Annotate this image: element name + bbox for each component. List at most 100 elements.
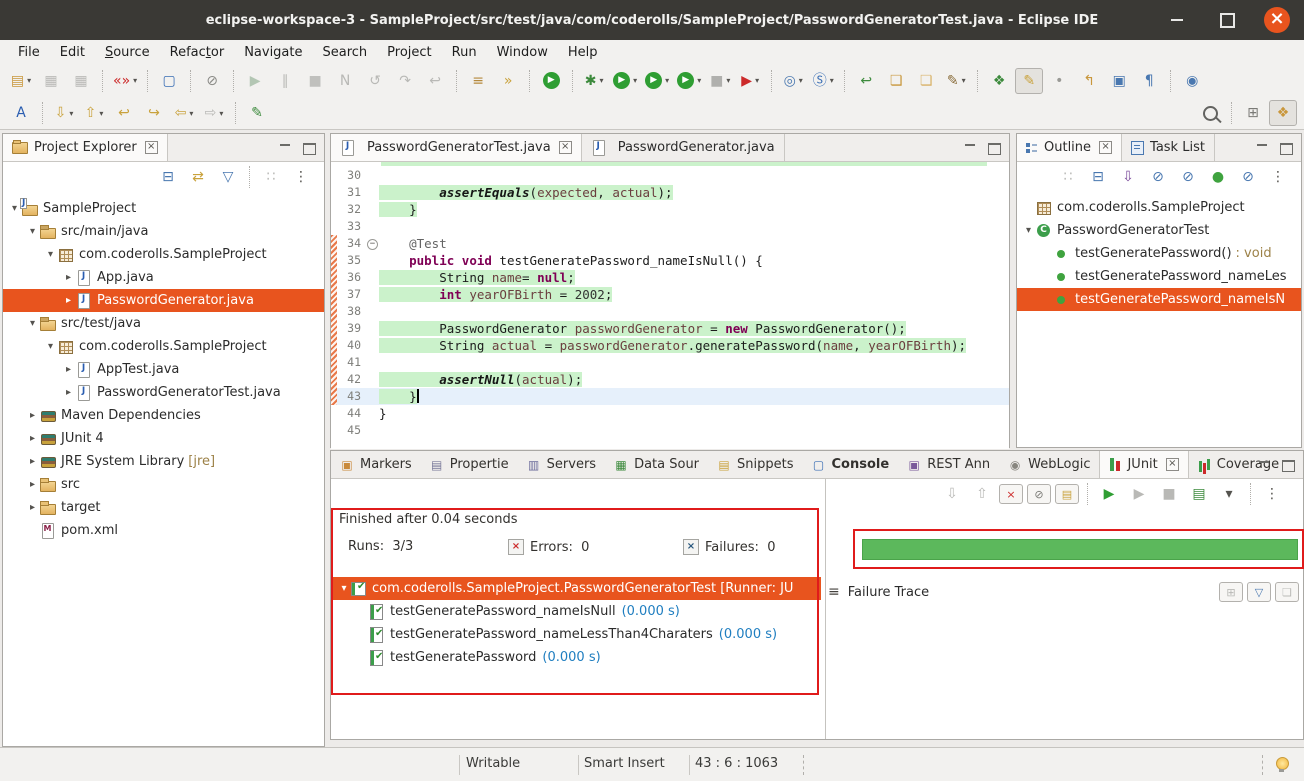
- minimize-view-icon[interactable]: [1256, 142, 1268, 153]
- boot-dashboard-button[interactable]: ▶: [537, 68, 565, 94]
- explorer-tree-item[interactable]: ▾SampleProject: [3, 197, 324, 220]
- tab-task-list[interactable]: Task List: [1122, 134, 1215, 161]
- view-menu-button[interactable]: ⋮: [1258, 481, 1286, 507]
- terminate-button[interactable]: ■: [301, 68, 329, 94]
- step-over-button[interactable]: ↷: [391, 68, 419, 94]
- open-folder-button[interactable]: ❏: [912, 68, 940, 94]
- outline-tree-item[interactable]: testGeneratePassword_nameIsN: [1017, 288, 1301, 311]
- link-with-editor-button[interactable]: ⇄: [184, 164, 212, 190]
- junit-tree-item[interactable]: testGeneratePassword_nameLessThan4Charat…: [333, 623, 821, 646]
- open-box-button[interactable]: ▣: [1105, 68, 1133, 94]
- code-line[interactable]: 31 assertEquals(expected, actual);: [331, 184, 1009, 201]
- open-console-button[interactable]: ▢: [155, 68, 183, 94]
- save-all-button[interactable]: ▦: [67, 68, 95, 94]
- filters-button[interactable]: ▽: [214, 164, 242, 190]
- twistie-icon[interactable]: ▸: [25, 456, 40, 467]
- test-run-history-button[interactable]: ▤: [1185, 481, 1213, 507]
- twistie-icon[interactable]: ▸: [61, 295, 76, 306]
- open-resource-button[interactable]: ❏: [882, 68, 910, 94]
- show-public-members-button[interactable]: ●: [1204, 164, 1232, 190]
- code-line[interactable]: 34− @Test: [331, 235, 1009, 252]
- disconnect-button[interactable]: N: [331, 68, 359, 94]
- outline-tree-item[interactable]: testGeneratePassword_nameLes: [1017, 265, 1301, 288]
- close-view-icon[interactable]: [145, 141, 158, 154]
- open-perspective-button[interactable]: ⊞: [1239, 100, 1267, 126]
- explorer-tree-item[interactable]: ▸JRE System Library[jre]: [3, 450, 324, 473]
- focus-active-task-button[interactable]: ∷: [257, 164, 285, 190]
- trim-dot-button[interactable]: •: [1045, 68, 1073, 94]
- previous-annotation-button[interactable]: ⇧▾: [80, 100, 108, 126]
- next-annotation-button[interactable]: ⇩▾: [50, 100, 78, 126]
- menu-project[interactable]: Project: [377, 43, 441, 62]
- compare-result-button[interactable]: ⊞: [1219, 582, 1243, 602]
- explorer-tree-item[interactable]: ▸App.java: [3, 266, 324, 289]
- stop-button[interactable]: ■▾: [706, 68, 734, 94]
- explorer-tree-item[interactable]: ▾com.coderolls.SampleProject: [3, 335, 324, 358]
- explorer-tree-item[interactable]: ▾com.coderolls.SampleProject: [3, 243, 324, 266]
- scroll-lock-button[interactable]: ▤: [1055, 484, 1079, 504]
- tab-junit[interactable]: JUnit: [1099, 451, 1188, 478]
- twistie-icon[interactable]: ▸: [61, 272, 76, 283]
- next-failed-test-button[interactable]: ⇩: [938, 481, 966, 507]
- pin-editor-button[interactable]: ✎: [243, 100, 271, 126]
- twistie-icon[interactable]: ▸: [61, 387, 76, 398]
- maximize-button[interactable]: [1214, 7, 1240, 33]
- close-tab-icon[interactable]: [559, 141, 572, 154]
- junit-tree-item[interactable]: testGeneratePassword_nameIsNull(0.000 s): [333, 600, 821, 623]
- rerun-tests-button[interactable]: ▶: [1095, 481, 1123, 507]
- explorer-tree-item[interactable]: ▸JUnit 4: [3, 427, 324, 450]
- tab-propertie[interactable]: ▤Propertie: [421, 451, 518, 478]
- import-wizard-button[interactable]: ↩: [852, 68, 880, 94]
- run-button[interactable]: ▶▾: [610, 68, 640, 94]
- java-perspective-button[interactable]: ❖: [1269, 100, 1297, 126]
- minimize-button[interactable]: [1164, 7, 1190, 33]
- failure-trace-menu-icon[interactable]: ≡: [828, 584, 840, 600]
- maximize-view-icon[interactable]: [303, 143, 316, 155]
- show-whitespace-button[interactable]: ¶: [1135, 68, 1163, 94]
- code-line[interactable]: 41: [331, 354, 1009, 371]
- collapse-all-button[interactable]: ⊟: [154, 164, 182, 190]
- menu-source[interactable]: Source: [95, 43, 160, 62]
- use-step-filters-button[interactable]: ≡: [464, 68, 492, 94]
- code-line[interactable]: 36 String name= null;: [331, 269, 1009, 286]
- explorer-tree-item[interactable]: ▸target: [3, 496, 324, 519]
- twistie-icon[interactable]: ▸: [25, 479, 40, 490]
- minimize-view-icon[interactable]: [279, 142, 291, 153]
- menu-run[interactable]: Run: [442, 43, 487, 62]
- hide-local-types-button[interactable]: ⊘: [1234, 164, 1262, 190]
- menu-window[interactable]: Window: [487, 43, 558, 62]
- tab-passwordgeneratortest-java[interactable]: PasswordGeneratorTest.java: [331, 134, 582, 161]
- run-to-line-button[interactable]: »: [494, 68, 522, 94]
- twistie-icon[interactable]: ▾: [43, 341, 58, 352]
- explorer-tree-item[interactable]: ▸src: [3, 473, 324, 496]
- twistie-icon[interactable]: ▾: [1021, 225, 1036, 236]
- code-line[interactable]: 30: [331, 167, 1009, 184]
- step-into-button[interactable]: ↺: [361, 68, 389, 94]
- code-line[interactable]: 38: [331, 303, 1009, 320]
- open-type-button[interactable]: A: [7, 100, 35, 126]
- search-button[interactable]: [1196, 100, 1224, 126]
- plugin-connect-button[interactable]: ❖: [985, 68, 1013, 94]
- outline-tree-item[interactable]: com.coderolls.SampleProject: [1017, 196, 1301, 219]
- close-button[interactable]: [1264, 7, 1290, 33]
- maximize-editor-icon[interactable]: [988, 143, 1001, 155]
- view-menu-button[interactable]: ⋮: [287, 164, 315, 190]
- menu-navigate[interactable]: Navigate: [234, 43, 312, 62]
- code-editor[interactable]: 3031 assertEquals(expected, actual);32 }…: [331, 162, 1009, 449]
- tab-snippets[interactable]: ▤Snippets: [708, 451, 802, 478]
- menu-search[interactable]: Search: [313, 43, 378, 62]
- minimize-view-icon[interactable]: [1258, 459, 1270, 470]
- close-view-icon[interactable]: [1099, 141, 1112, 154]
- last-edit-location-button[interactable]: ↩: [110, 100, 138, 126]
- tab-servers[interactable]: ▥Servers: [518, 451, 605, 478]
- new-web-wizard-button[interactable]: ◎▾: [779, 68, 807, 94]
- menu-edit[interactable]: Edit: [50, 43, 95, 62]
- tab-data-sour[interactable]: ▦Data Sour: [605, 451, 708, 478]
- code-line[interactable]: 35 public void testGeneratePassword_name…: [331, 252, 1009, 269]
- debug-button[interactable]: ✱▾: [580, 68, 608, 94]
- code-line[interactable]: 43 }: [331, 388, 1009, 405]
- code-line[interactable]: 39 PasswordGenerator passwordGenerator =…: [331, 320, 1009, 337]
- twistie-icon[interactable]: ▾: [43, 249, 58, 260]
- hide-static-members-button[interactable]: ⊘: [1174, 164, 1202, 190]
- new-server-button[interactable]: Ⓢ▾: [809, 68, 837, 94]
